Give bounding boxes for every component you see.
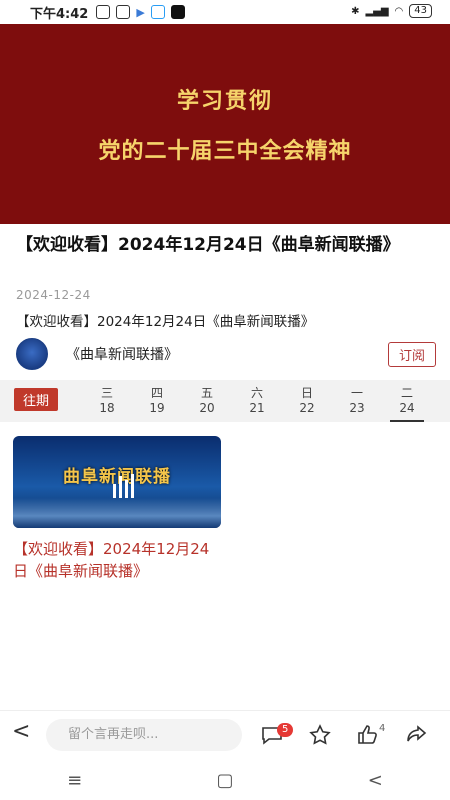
day-date: 21 <box>249 401 265 415</box>
share-icon[interactable] <box>404 723 428 747</box>
channel-name[interactable]: 《曲阜新闻联播》 <box>66 344 178 364</box>
banner-line-2: 党的二十届三中全会精神 <box>98 139 352 164</box>
day-weekday: 六 <box>250 386 263 400</box>
star-icon[interactable] <box>308 723 332 747</box>
day-date: 19 <box>149 401 165 415</box>
day-weekday: 三 <box>100 386 113 400</box>
banner-image[interactable]: 学习贯彻 党的二十届三中全会精神 <box>0 24 450 224</box>
back-icon[interactable]: < <box>368 770 383 791</box>
day-item[interactable]: 六 21 <box>240 386 274 416</box>
day-date: 18 <box>99 401 115 415</box>
day-weekday: 五 <box>200 386 213 400</box>
article-date: 2024-12-24 <box>16 288 91 302</box>
thumbnail-city <box>13 498 221 528</box>
alarm-icon <box>116 5 131 19</box>
status-bar: 下午4:42 ▶ ✱ ▂▄▆ ◠ 43 <box>0 0 450 24</box>
video-thumbnail[interactable]: 曲阜新闻联播 <box>13 436 221 528</box>
day-weekday: 日 <box>300 386 313 400</box>
subscribe-button[interactable]: 订阅 <box>387 342 436 367</box>
video-title[interactable]: 【欢迎收看】2024年12月24日《曲阜新闻联播》 <box>13 538 221 582</box>
day-item[interactable]: 一 23 <box>340 386 374 416</box>
day-weekday: 四 <box>150 386 163 400</box>
day-item-selected[interactable]: 二 24 <box>390 386 424 422</box>
battery-icon: 43 <box>409 4 432 18</box>
menu-icon[interactable]: ≡ <box>67 770 82 791</box>
wifi-icon: ◠ <box>394 5 404 17</box>
comment-bar: < 留个言再走呗... 5 4 <box>0 710 450 761</box>
back-arrow-icon[interactable]: < <box>12 719 30 744</box>
day-item[interactable]: 日 22 <box>290 386 324 416</box>
day-item[interactable]: 三 18 <box>90 386 124 416</box>
day-weekday: 一 <box>350 386 363 400</box>
day-date: 20 <box>199 401 215 415</box>
article-summary: 【欢迎收看】2024年12月24日《曲阜新闻联播》 <box>16 314 315 330</box>
comment-input[interactable]: 留个言再走呗... <box>46 719 242 751</box>
home-icon[interactable]: ▢ <box>216 770 233 791</box>
status-time: 下午4:42 <box>30 6 89 22</box>
app-icon <box>150 5 165 19</box>
date-strip: 往期 三 18 四 19 五 20 六 21 日 22 一 23 二 24 <box>0 380 450 422</box>
article-title: 【欢迎收看】2024年12月24日《曲阜新闻联播》 <box>16 235 400 255</box>
day-item[interactable]: 五 20 <box>190 386 224 416</box>
past-episodes-button[interactable]: 往期 <box>14 388 59 411</box>
like-count: 4 <box>379 723 386 734</box>
comment-count-badge: 5 <box>277 723 294 737</box>
channel-row: 《曲阜新闻联播》 订阅 <box>16 338 436 370</box>
thumbs-up-icon[interactable] <box>356 723 380 747</box>
day-item[interactable]: 四 19 <box>140 386 174 416</box>
day-date: 24 <box>399 401 415 415</box>
day-weekday: 二 <box>400 386 413 400</box>
day-date: 22 <box>299 401 315 415</box>
play-icon: ▶ <box>136 5 145 19</box>
day-date: 23 <box>349 401 365 415</box>
bluetooth-icon: ✱ <box>351 5 360 17</box>
system-nav-bar: ≡ ▢ < <box>0 760 450 800</box>
channel-avatar[interactable] <box>16 338 48 370</box>
video-card[interactable]: 曲阜新闻联播 【欢迎收看】2024年12月24日《曲阜新闻联播》 <box>13 436 221 582</box>
mute-icon <box>96 5 111 19</box>
system-indicators: ✱ ▂▄▆ ◠ 43 <box>351 4 432 18</box>
tiktok-icon <box>170 5 185 19</box>
notification-icons: ▶ <box>96 5 185 19</box>
banner-line-1: 学习贯彻 <box>176 89 273 114</box>
signal-icon: ▂▄▆ <box>365 5 389 17</box>
